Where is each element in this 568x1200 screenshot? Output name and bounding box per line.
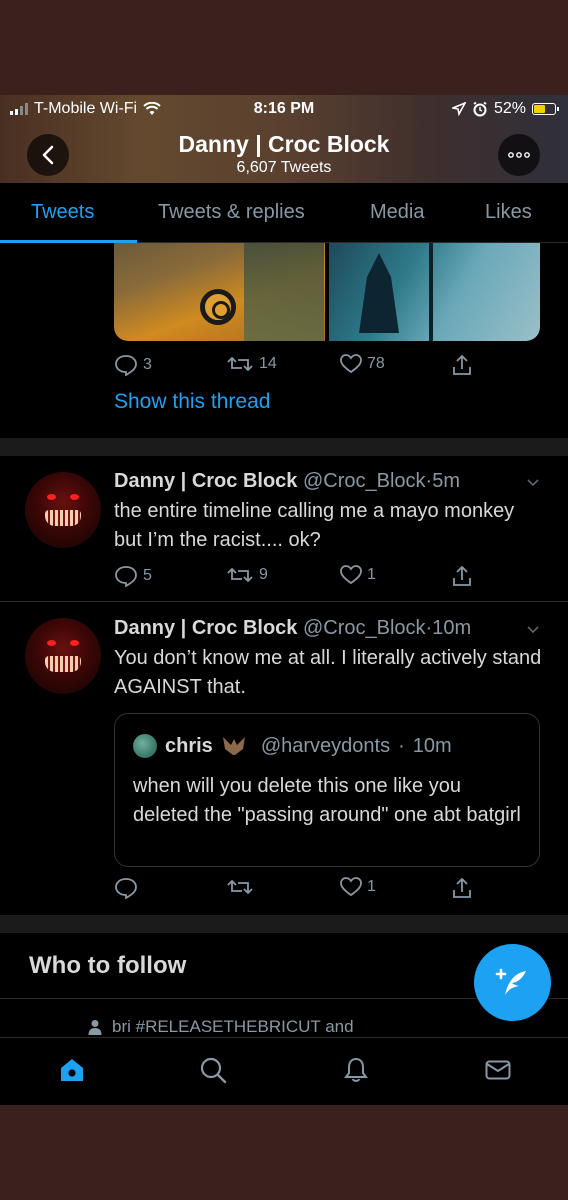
avatar[interactable] xyxy=(25,618,101,694)
quoted-tweet[interactable]: chris @harveydonts · 10m when will you del… xyxy=(114,713,540,867)
chevron-down-icon[interactable] xyxy=(526,622,540,636)
home-icon xyxy=(61,1059,83,1081)
like-count: 1 xyxy=(367,566,376,583)
tweet-count: 6,607 Tweets xyxy=(236,159,332,176)
twitter-screen: T-Mobile Wi-Fi 8:16 PM 52% Danny | Croc … xyxy=(0,95,568,1105)
reply-button[interactable]: 5 xyxy=(114,565,152,587)
reply-icon xyxy=(115,878,137,899)
share-button[interactable] xyxy=(452,565,472,587)
mail-icon xyxy=(485,1060,511,1080)
reply-count: 3 xyxy=(143,356,152,373)
who-to-follow-title: Who to follow xyxy=(29,952,187,979)
share-icon xyxy=(453,877,471,898)
status-right: 52% xyxy=(451,100,559,118)
tab-likes[interactable]: Likes xyxy=(485,201,532,224)
like-button[interactable]: 78 xyxy=(340,354,385,374)
tweet-media[interactable] xyxy=(114,243,540,341)
heart-icon xyxy=(340,354,362,374)
like-button[interactable]: 1 xyxy=(340,565,376,585)
tweet-time: 10m xyxy=(432,617,472,639)
tab-tweets[interactable]: Tweets xyxy=(31,201,94,224)
tweet-2-header: Danny | Croc Block @Croc_Block·5m xyxy=(114,470,460,493)
battery-icon xyxy=(532,103,559,115)
retweet-button[interactable] xyxy=(226,877,254,897)
reply-icon xyxy=(115,355,137,376)
quoted-author-name: chris xyxy=(165,734,213,757)
chevron-down-icon[interactable] xyxy=(526,475,540,489)
tweet-text: the entire timeline calling me a mayo mo… xyxy=(114,500,515,551)
notifications-tab[interactable] xyxy=(342,1056,370,1089)
share-button[interactable] xyxy=(452,877,472,899)
like-count: 78 xyxy=(367,355,385,372)
share-icon xyxy=(453,565,471,586)
quoted-author-handle: @harveydonts xyxy=(260,734,391,757)
location-arrow-icon xyxy=(451,102,466,116)
status-bar: T-Mobile Wi-Fi 8:16 PM 52% xyxy=(0,95,568,123)
alarm-icon xyxy=(473,101,487,117)
retweet-count: 9 xyxy=(259,566,268,583)
quoted-tweet-header: chris @harveydonts · 10m xyxy=(133,734,452,758)
tab-tweets-and-replies[interactable]: Tweets & replies xyxy=(158,201,305,224)
more-dots-icon xyxy=(508,152,530,158)
search-icon xyxy=(200,1057,227,1084)
search-tab[interactable] xyxy=(199,1056,227,1089)
more-options-button[interactable] xyxy=(498,134,540,176)
reply-button[interactable] xyxy=(114,877,138,899)
section-divider xyxy=(0,438,568,456)
compose-feather-icon xyxy=(495,968,526,995)
tweet-text: You don’t know me at all. I literally ac… xyxy=(114,647,542,698)
bell-icon xyxy=(344,1057,368,1082)
author-name[interactable]: Danny | Croc Block xyxy=(114,617,297,639)
quoted-tweet-text: when will you delete this one like you d… xyxy=(133,775,521,826)
show-thread-link[interactable]: Show this thread xyxy=(114,390,270,414)
retweet-button[interactable]: 9 xyxy=(226,565,268,585)
section-divider xyxy=(0,915,568,933)
who-to-follow-context-text: bri #RELEASETHEBRICUT and xyxy=(112,1017,354,1036)
profile-name: Danny | Croc Block xyxy=(178,131,390,157)
quoted-tweet-time: 10m xyxy=(412,734,452,757)
reply-icon xyxy=(115,566,137,587)
tweet-3-header: Danny | Croc Block @Croc_Block·10m xyxy=(114,617,471,640)
retweet-icon xyxy=(227,567,253,583)
home-tab[interactable] xyxy=(58,1056,86,1089)
heart-icon xyxy=(340,565,362,585)
retweet-icon xyxy=(227,356,253,372)
battery-percent: 52% xyxy=(493,100,526,117)
media-image-1[interactable] xyxy=(114,243,325,341)
profile-tabs: Tweets Tweets & replies Media Likes xyxy=(0,183,568,243)
bat-emoji-icon xyxy=(222,737,245,755)
messages-tab[interactable] xyxy=(484,1056,512,1089)
bottom-tab-bar xyxy=(0,1037,568,1105)
share-icon xyxy=(453,354,471,375)
retweet-button[interactable]: 14 xyxy=(226,354,277,374)
author-name[interactable]: Danny | Croc Block xyxy=(114,470,297,492)
profile-title: Danny | Croc Block 6,607 Tweets xyxy=(0,131,568,177)
dot-separator: · xyxy=(398,734,405,757)
author-handle[interactable]: @Croc_Block xyxy=(303,617,426,639)
who-to-follow-context[interactable]: bri #RELEASETHEBRICUT and xyxy=(88,1017,354,1037)
retweet-count: 14 xyxy=(259,355,277,372)
compose-tweet-button[interactable] xyxy=(474,944,551,1021)
like-count: 1 xyxy=(367,878,376,895)
tab-media[interactable]: Media xyxy=(370,201,424,224)
reply-count: 5 xyxy=(143,567,152,584)
reply-button[interactable]: 3 xyxy=(114,354,152,376)
like-button[interactable]: 1 xyxy=(340,877,376,897)
retweet-icon xyxy=(227,879,253,895)
author-handle[interactable]: @Croc_Block xyxy=(303,470,426,492)
quoted-avatar xyxy=(133,734,157,758)
tweet-time: 5m xyxy=(432,470,461,492)
heart-icon xyxy=(340,877,362,897)
share-button[interactable] xyxy=(452,354,472,376)
tweet-divider xyxy=(0,601,568,602)
media-image-2[interactable] xyxy=(329,243,540,341)
person-icon xyxy=(88,1020,102,1035)
avatar[interactable] xyxy=(25,472,101,548)
profile-header: T-Mobile Wi-Fi 8:16 PM 52% Danny | Croc … xyxy=(0,95,568,183)
